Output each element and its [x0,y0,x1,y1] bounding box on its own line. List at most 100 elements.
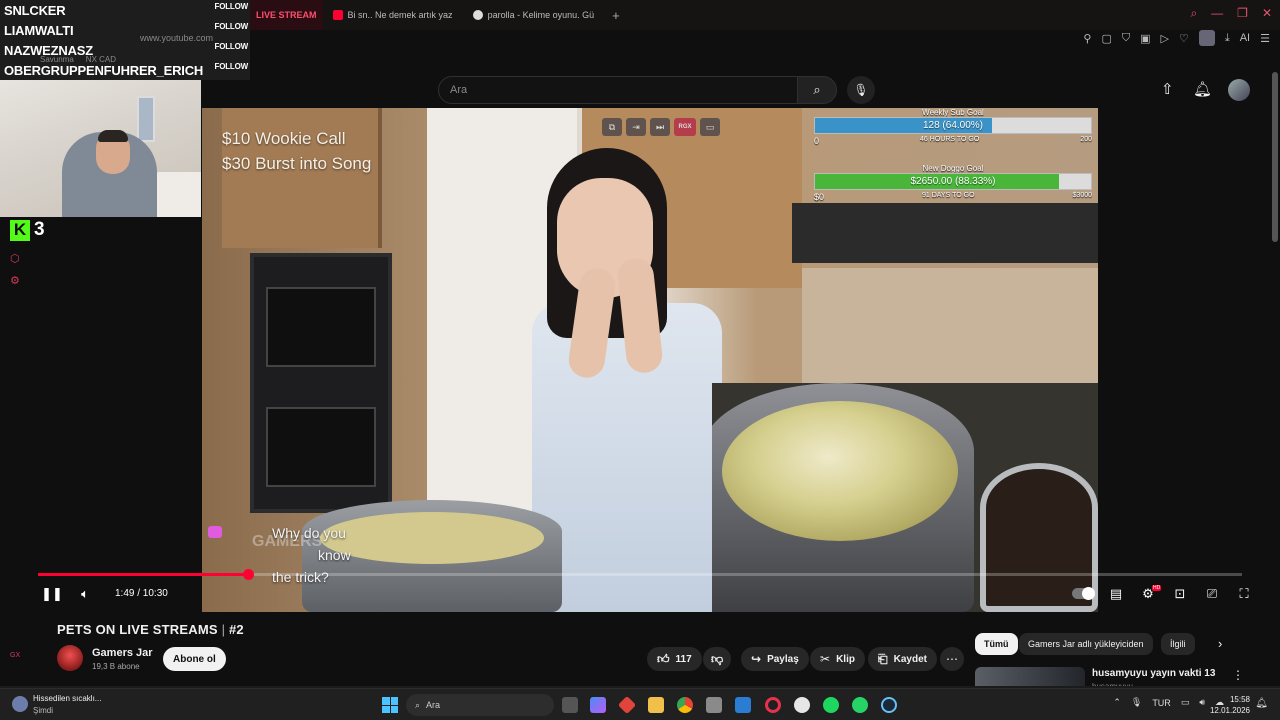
follower-entry: SNLCKER FOLLOW [0,0,250,20]
like-count: 117 [675,653,692,665]
bell-icon[interactable]: 🔔︎ [1193,80,1212,98]
network-icon[interactable]: ▭ [1181,697,1190,708]
rgx-button[interactable]: RGX [674,118,696,136]
tab-parolla[interactable]: parolla - Kelime oyunu. Gü [463,0,605,30]
sidebar-gx-label[interactable]: GX [10,652,20,659]
weather-icon[interactable] [12,696,28,712]
play-icon[interactable]: ▷ [1161,32,1169,45]
heart-icon[interactable]: ♡ [1179,32,1189,45]
clip-button[interactable]: ✂ Klip [810,647,865,671]
camera-icon[interactable]: ▭ [700,118,720,136]
task-view-icon[interactable] [562,697,578,713]
bookmark-item[interactable]: Savunma [40,55,74,64]
close-icon[interactable]: ✕ [1262,6,1272,21]
address-bar-url[interactable]: www.youtube.com [140,33,213,43]
goal-title: New Doggo Goal [922,164,984,173]
thumbs-down-icon: 👎︎ [711,651,724,666]
viewer-count: 3 [34,219,45,240]
dislike-button[interactable]: 👎︎ [703,647,732,671]
wallet-icon[interactable]: ▣ [1140,32,1150,45]
account-avatar[interactable] [1228,79,1250,101]
tab-live-stream[interactable]: LIVE STREAM [250,0,323,30]
globe-icon [472,10,483,20]
page-scrollbar[interactable] [1272,72,1278,242]
subtitles-button[interactable]: ▤ [1106,585,1126,603]
shield-icon[interactable]: ⛉ [1122,32,1130,45]
chip-from-uploader[interactable]: Gamers Jar adlı yükleyiciden [1019,633,1153,655]
menu-icon[interactable]: ☰ [1260,32,1270,45]
mute-button[interactable]: 🔈︎ [76,585,94,603]
search-button[interactable]: ⌕ [797,76,837,104]
github-icon[interactable] [794,697,810,713]
weather-subtitle: Şimdi [33,706,54,715]
tab-youtube[interactable]: Bi sn.. Ne demek artık yaz [323,0,463,30]
mail-icon[interactable] [735,697,751,713]
profile-avatar[interactable] [1198,30,1215,46]
bookmarks-bar: Savunma NX CAD [40,55,116,64]
taskbar-clock[interactable]: 15:58 12.01.2026 [1210,694,1250,716]
search-icon[interactable]: ⌕ [1190,6,1197,21]
share-button[interactable]: ↪ Paylaş [741,647,809,671]
spotify-icon[interactable] [823,697,839,713]
chip-related[interactable]: İlgili [1161,633,1195,655]
sidebar-settings-icon[interactable]: ⚙ [10,274,20,287]
chip-all[interactable]: Tümü [975,633,1018,655]
chevron-up-icon[interactable]: ⌃ [1113,697,1121,708]
tab-label: parolla - Kelime oyunu. Gü [487,10,595,20]
sidebar-history-icon[interactable]: ⬡ [10,252,20,265]
snapshot-icon[interactable]: ▢ [1101,32,1111,45]
input-language[interactable]: TUR [1152,698,1171,708]
weather-title[interactable]: Hissedilen sıcaklı... [33,694,101,703]
goal-footer: $0 91 DAYS TO GO $3000 [814,192,1092,202]
minimize-icon[interactable]: — [1211,6,1223,21]
miniplayer-button[interactable]: ⊡ [1170,585,1190,603]
tab-label: Bi sn.. Ne demek artık yaz [347,10,453,20]
save-button[interactable]: ⎗ Kaydet [868,647,937,671]
maximize-icon[interactable]: ❐ [1237,6,1248,21]
opera-gx-icon[interactable] [765,697,781,713]
chat-line: the trick? [272,569,329,585]
like-button[interactable]: 👍︎ 117 [647,647,702,671]
search-input[interactable]: Ara [438,76,798,104]
volume-icon[interactable]: 🔊︎ [1199,697,1205,708]
export-icon[interactable]: ⇥ [626,118,646,136]
goal-title: Weekly Sub Goal [922,108,984,117]
pause-button[interactable]: ❚❚ [41,585,63,603]
chevron-right-icon[interactable]: › [1218,636,1222,651]
recommendation-menu-icon[interactable]: ⋮ [1232,668,1244,682]
more-icon: ⋯ [946,652,958,666]
follow-label: FOLLOW [214,42,249,51]
whatsapp-icon[interactable] [852,697,868,713]
skip-icon[interactable]: ⏭︎ [650,118,670,136]
pin-icon[interactable]: ⚲ [1083,32,1091,45]
steam-icon[interactable] [881,697,897,713]
git-icon[interactable] [617,695,637,715]
channel-name[interactable]: Gamers Jar [92,647,153,659]
microphone-icon[interactable]: 🎙︎ [1131,697,1142,708]
autoplay-toggle[interactable] [1072,587,1095,600]
chrome-icon[interactable] [677,697,693,713]
file-explorer-icon[interactable] [648,697,664,713]
bookmark-item[interactable]: NX CAD [86,55,116,64]
voice-search-button[interactable]: 🎙︎ [847,76,875,104]
subscribe-button[interactable]: Abone ol [163,647,226,671]
download-icon[interactable]: ⤓ [1225,32,1230,45]
recommendation-title[interactable]: husamyuyu yayın vakti 13 [1092,668,1215,679]
channel-avatar[interactable] [57,645,83,671]
subtitles-icon: ▤ [1109,586,1123,601]
taskbar-search[interactable]: ⌕ Ara [406,694,554,716]
ai-button[interactable]: AI [1240,32,1250,44]
fullscreen-button[interactable]: ⛶ [1234,585,1254,603]
share-label: Paylaş [767,653,799,665]
more-actions-button[interactable]: ⋯ [940,647,964,671]
new-tab-button[interactable]: + [604,8,628,23]
notification-icon[interactable]: 🔔︎ [1255,698,1268,709]
cast-button[interactable]: ⎚ [1202,585,1222,603]
video-player[interactable]: $10 Wookie Call $30 Burst into Song ⧉ ⇥ … [202,108,1098,612]
video-progress-bar[interactable] [38,569,1242,580]
start-button[interactable] [382,697,398,713]
copilot-icon[interactable] [590,697,606,713]
store-icon[interactable] [706,697,722,713]
pip-icon[interactable]: ⧉ [602,118,622,136]
upload-icon[interactable]: ⇧ [1161,80,1174,98]
